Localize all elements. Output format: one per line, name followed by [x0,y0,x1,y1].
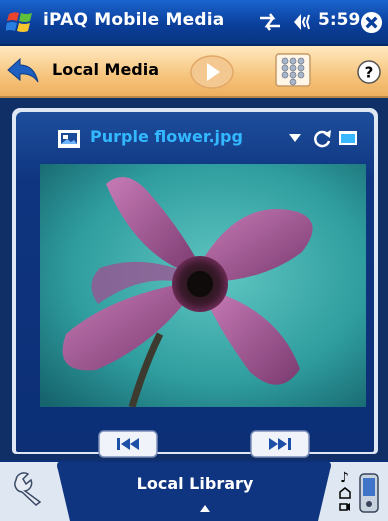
device-icon[interactable]: ♪ [336,468,384,516]
keypad-icon[interactable] [275,53,311,87]
close-icon[interactable] [360,11,383,34]
app-title: iPAQ Mobile Media [43,10,225,30]
back-arrow-icon[interactable] [6,58,42,86]
tools-icon[interactable] [10,470,46,506]
svg-text:♪: ♪ [340,470,349,486]
play-icon[interactable] [190,55,234,89]
image-file-icon [58,130,80,148]
location-title: Local Media [52,60,160,79]
svg-text:?: ? [365,64,374,82]
flower-photo [40,164,366,407]
rotate-icon[interactable] [311,127,333,149]
sync-icon[interactable] [258,12,282,32]
dropdown-icon[interactable] [289,134,301,143]
previous-icon[interactable] [98,430,158,458]
volume-icon[interactable] [292,12,314,32]
clock[interactable]: 5:59 [318,10,360,30]
help-icon[interactable]: ? [357,60,381,84]
up-arrow-icon[interactable] [200,505,210,512]
title-bar: iPAQ Mobile Media 5:59 [0,0,388,46]
media-player-screen: iPAQ Mobile Media 5:59 Local Media ? Pur… [0,0,388,521]
fullscreen-icon[interactable] [338,130,358,146]
viewer-frame: Purple flower.jpg [12,108,378,458]
next-icon[interactable] [250,430,310,458]
viewer-panel: Purple flower.jpg [16,112,374,458]
toolbar: Local Media ? [0,46,388,98]
library-label[interactable]: Local Library [110,474,280,493]
file-name[interactable]: Purple flower.jpg [90,127,243,146]
windows-start-icon[interactable] [6,8,34,36]
